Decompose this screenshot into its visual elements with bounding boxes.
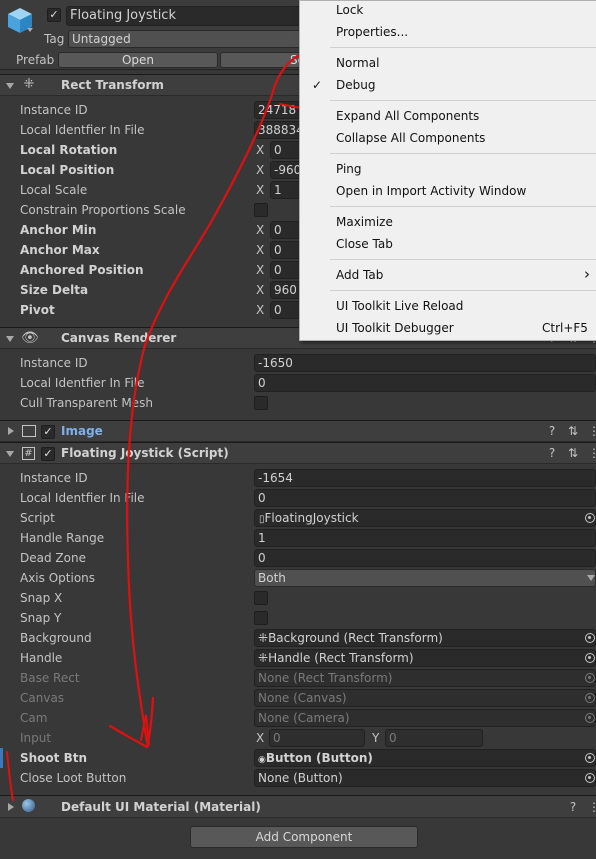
- shortcut-label: Ctrl+F5: [542, 321, 588, 335]
- submenu-arrow-icon: ›: [584, 265, 590, 283]
- menu-separator: [330, 259, 596, 260]
- menu-item-open-import-activity[interactable]: Open in Import Activity Window: [336, 183, 526, 199]
- menu-item-debug[interactable]: Debug: [336, 77, 375, 93]
- menu-item-lock[interactable]: Lock: [336, 2, 363, 18]
- check-icon: ✓: [312, 78, 323, 92]
- menu-item-ping[interactable]: Ping: [336, 161, 362, 177]
- menu-separator: [330, 290, 596, 291]
- menu-item-normal[interactable]: Normal: [336, 55, 379, 71]
- menu-item-ui-toolkit-live-reload[interactable]: UI Toolkit Live Reload: [336, 298, 463, 314]
- menu-item-ui-toolkit-debugger[interactable]: UI Toolkit Debugger: [336, 320, 454, 336]
- menu-separator: [330, 153, 596, 154]
- menu-item-add-tab[interactable]: Add Tab: [336, 267, 383, 283]
- context-menu: Lock Properties... Normal ✓ Debug Expand…: [299, 0, 596, 341]
- menu-separator: [330, 206, 596, 207]
- menu-separator: [330, 100, 596, 101]
- menu-item-close-tab[interactable]: Close Tab: [336, 236, 393, 252]
- menu-item-properties[interactable]: Properties...: [336, 24, 408, 40]
- menu-item-collapse-all[interactable]: Collapse All Components: [336, 130, 485, 146]
- menu-item-maximize[interactable]: Maximize: [336, 214, 393, 230]
- menu-separator: [330, 47, 596, 48]
- menu-item-expand-all[interactable]: Expand All Components: [336, 108, 479, 124]
